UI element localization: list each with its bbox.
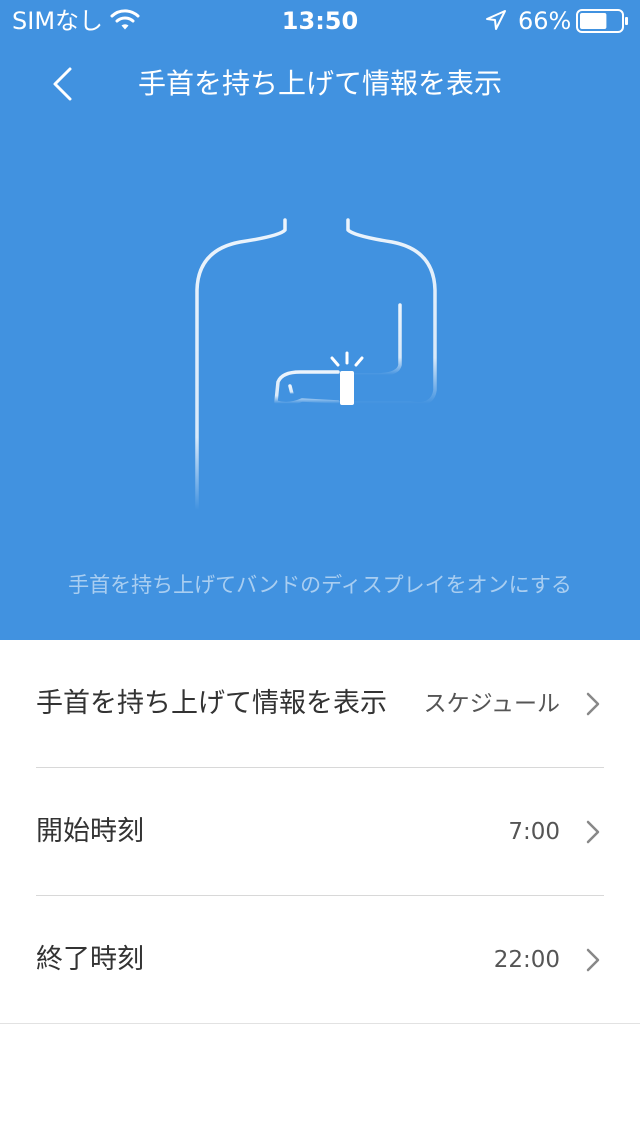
chevron-right-icon — [586, 948, 600, 972]
location-arrow-icon — [486, 10, 506, 30]
row-value: 7:00 — [508, 819, 560, 845]
back-button[interactable] — [36, 58, 88, 110]
divider — [0, 1023, 640, 1024]
row-value: 22:00 — [493, 947, 560, 973]
chevron-left-icon — [53, 67, 72, 101]
hero-caption: 手首を持ち上げてバンドのディスプレイをオンにする — [68, 573, 572, 597]
battery-icon — [576, 9, 628, 33]
row-label: 終了時刻 — [36, 944, 144, 975]
page-title: 手首を持ち上げて情報を表示 — [137, 67, 502, 100]
row-label: 開始時刻 — [36, 816, 144, 847]
row-value: スケジュール — [423, 691, 560, 717]
start-time-row[interactable]: 開始時刻 7:00 — [0, 768, 640, 896]
person-raising-wrist-band-icon — [195, 218, 437, 512]
raise-to-wake-row[interactable]: 手首を持ち上げて情報を表示 スケジュール — [0, 640, 640, 768]
status-bar: SIMなし 13:50 66% — [0, 0, 640, 40]
row-label: 手首を持ち上げて情報を表示 — [36, 688, 387, 719]
end-time-row[interactable]: 終了時刻 22:00 — [0, 896, 640, 1024]
settings-list: 手首を持ち上げて情報を表示 スケジュール 開始時刻 7:00 終了時刻 22:0… — [0, 640, 640, 1024]
chevron-right-icon — [586, 820, 600, 844]
battery-percent: 66% — [518, 7, 572, 35]
chevron-right-icon — [586, 692, 600, 716]
hero-banner: SIMなし 13:50 66% 手首を持ち上げて情報を表示 手首を持ち上げてバン… — [0, 0, 640, 640]
screen: SIMなし 13:50 66% 手首を持ち上げて情報を表示 手首を持ち上げてバン… — [0, 0, 640, 1136]
